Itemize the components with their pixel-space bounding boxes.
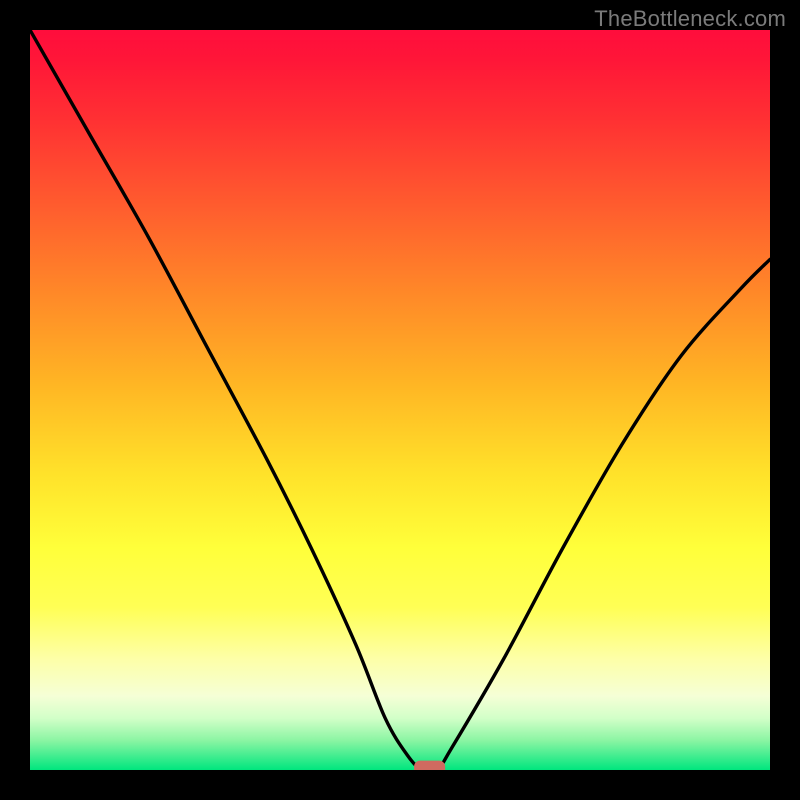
minimum-marker	[414, 761, 445, 770]
chart-frame: TheBottleneck.com	[0, 0, 800, 800]
plot-area	[30, 30, 770, 770]
bottleneck-curve	[30, 30, 770, 770]
attribution-text: TheBottleneck.com	[594, 6, 786, 32]
curve-overlay	[30, 30, 770, 770]
